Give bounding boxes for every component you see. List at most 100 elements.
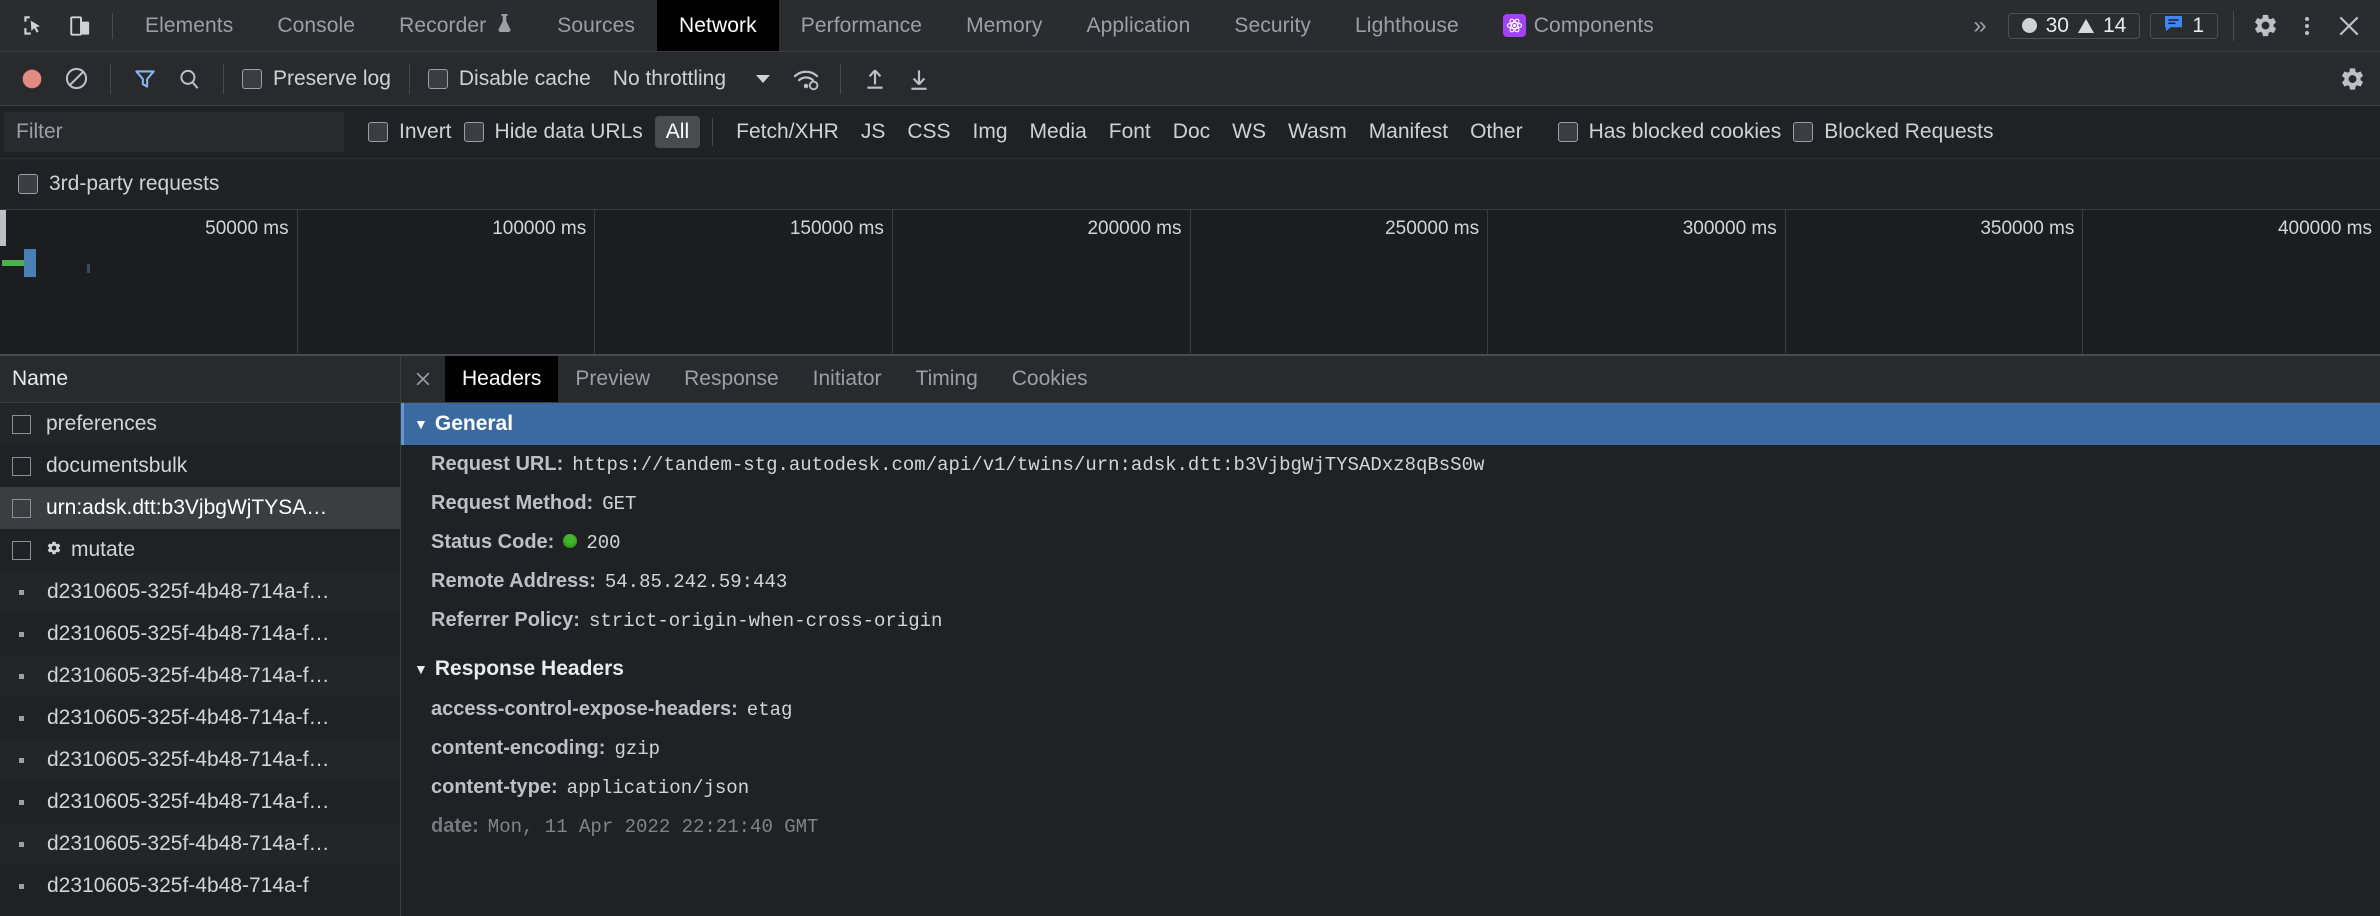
tab-application[interactable]: Application <box>1065 0 1213 51</box>
tab-network[interactable]: Network <box>657 0 779 51</box>
gear-icon[interactable] <box>2244 6 2286 46</box>
table-row[interactable]: d2310605-325f-4b48-714a-f… <box>0 823 400 865</box>
blocked-requests-checkbox[interactable]: Blocked Requests <box>1787 120 1999 144</box>
tab-network-label: Network <box>679 13 757 37</box>
import-har-icon[interactable] <box>853 57 897 101</box>
invert-box <box>368 122 388 142</box>
network-conditions-icon[interactable] <box>784 57 828 101</box>
row-checkbox-icon <box>12 498 31 518</box>
filter-type-img[interactable]: Img <box>962 116 1019 148</box>
has-blocked-cookies-label: Has blocked cookies <box>1588 120 1782 143</box>
network-settings-gear-icon[interactable] <box>2339 65 2366 92</box>
table-row[interactable]: d2310605-325f-4b48-714a-f… <box>0 613 400 655</box>
tab-security[interactable]: Security <box>1212 0 1333 51</box>
kebab-menu-icon[interactable] <box>2286 6 2328 46</box>
tab-components[interactable]: Components <box>1481 0 1676 51</box>
tab-memory[interactable]: Memory <box>944 0 1064 51</box>
tab-elements-label: Elements <box>145 13 234 37</box>
overview-ruler: 50000 ms 100000 ms 150000 ms 200000 ms 2… <box>0 210 2380 354</box>
third-party-requests-checkbox[interactable]: 3rd-party requests <box>18 172 225 196</box>
overview-tick-cell: 300000 ms <box>1488 210 1786 354</box>
section-general-title: General <box>434 412 514 435</box>
filter-type-wasm[interactable]: Wasm <box>1277 116 1358 148</box>
row-dot-icon <box>19 715 24 721</box>
filter-type-manifest[interactable]: Manifest <box>1358 116 1459 148</box>
invert-checkbox[interactable]: Invert <box>362 120 458 144</box>
access-control-expose-headers-value: etag <box>746 699 793 721</box>
blocked-requests-label: Blocked Requests <box>1824 120 1994 143</box>
filter-type-ws[interactable]: WS <box>1221 116 1277 148</box>
filter-type-fetch-xhr[interactable]: Fetch/XHR <box>725 116 850 148</box>
tab-sources-label: Sources <box>557 13 636 37</box>
issues-counter[interactable]: 30 14 <box>2007 12 2141 39</box>
record-button-icon[interactable] <box>10 57 54 101</box>
request-list-column-header[interactable]: Name <box>0 356 400 403</box>
close-icon[interactable] <box>401 356 445 402</box>
devtools-window: Elements Console Recorder Sources Networ… <box>0 0 2380 916</box>
tab-response[interactable]: Response <box>667 356 796 402</box>
tab-recorder[interactable]: Recorder <box>377 0 535 51</box>
table-row-selected[interactable]: urn:adsk.dtt:b3VjbgWjTYSA… <box>0 487 400 529</box>
error-count: 30 <box>2045 13 2069 37</box>
network-overview-timeline[interactable]: 50000 ms 100000 ms 150000 ms 200000 ms 2… <box>0 210 2380 356</box>
close-icon[interactable] <box>2328 6 2370 46</box>
tab-lighthouse[interactable]: Lighthouse <box>1333 0 1481 51</box>
tab-console[interactable]: Console <box>255 0 377 51</box>
hide-data-urls-checkbox[interactable]: Hide data URLs <box>458 120 649 144</box>
search-icon[interactable] <box>167 57 211 101</box>
filter-funnel-icon[interactable] <box>123 57 167 101</box>
section-general-header[interactable]: ▼ General <box>401 403 2380 445</box>
filter-type-other[interactable]: Other <box>1459 116 1534 148</box>
row-dot-icon <box>19 841 24 847</box>
table-row[interactable]: d2310605-325f-4b48-714a-f… <box>0 781 400 823</box>
request-name: d2310605-325f-4b48-714a-f… <box>47 748 330 771</box>
filter-type-all[interactable]: All <box>654 116 701 148</box>
has-blocked-cookies-checkbox[interactable]: Has blocked cookies <box>1552 120 1788 144</box>
network-split-view: Name preferences documentsbulk urn:adsk.… <box>0 356 2380 916</box>
filter-type-css[interactable]: CSS <box>896 116 961 148</box>
triangle-down-icon: ▼ <box>414 416 428 432</box>
disable-cache-label: Disable cache <box>458 66 591 90</box>
table-row[interactable]: d2310605-325f-4b48-714a-f… <box>0 655 400 697</box>
export-har-icon[interactable] <box>897 57 941 101</box>
table-row[interactable]: d2310605-325f-4b48-714a-f… <box>0 739 400 781</box>
tab-headers[interactable]: Headers <box>445 356 559 402</box>
clear-requests-icon[interactable] <box>54 57 98 101</box>
request-url-value[interactable]: https://tandem-stg.autodesk.com/api/v1/t… <box>572 454 1484 476</box>
info-counter[interactable]: 1 <box>2150 12 2218 39</box>
filter-input[interactable] <box>4 112 344 152</box>
throttling-select[interactable]: No throttling <box>597 67 771 91</box>
request-name: mutate <box>71 538 136 561</box>
tab-cookies[interactable]: Cookies <box>995 356 1105 402</box>
section-response-headers-header[interactable]: ▼ Response Headers <box>401 648 2380 690</box>
table-row[interactable]: mutate <box>0 529 400 571</box>
tab-elements[interactable]: Elements <box>123 0 255 51</box>
overview-selection-handle[interactable] <box>0 210 6 246</box>
table-row[interactable]: d2310605-325f-4b48-714a-f… <box>0 571 400 613</box>
access-control-expose-headers-key: access-control-expose-headers: <box>431 698 738 720</box>
device-toolbar-icon[interactable] <box>60 6 102 46</box>
tab-preview[interactable]: Preview <box>558 356 667 402</box>
table-row[interactable]: documentsbulk <box>0 445 400 487</box>
table-row[interactable]: d2310605-325f-4b48-714a-f <box>0 865 400 907</box>
main-tabs: Elements Console Recorder Sources Networ… <box>123 0 1957 51</box>
response-header-row: content-type: application/json <box>401 768 2380 807</box>
inspect-element-icon[interactable] <box>12 6 54 46</box>
content-type-key: content-type: <box>431 776 558 798</box>
tab-sources[interactable]: Sources <box>535 0 657 51</box>
tab-timing[interactable]: Timing <box>899 356 995 402</box>
filter-type-js[interactable]: JS <box>850 116 897 148</box>
tab-initiator[interactable]: Initiator <box>796 356 899 402</box>
filter-type-doc[interactable]: Doc <box>1162 116 1221 148</box>
request-name: d2310605-325f-4b48-714a-f… <box>47 622 330 645</box>
tab-console-label: Console <box>277 13 356 37</box>
filter-type-font[interactable]: Font <box>1098 116 1162 148</box>
preserve-log-checkbox[interactable]: Preserve log <box>236 67 397 91</box>
filter-type-media[interactable]: Media <box>1019 116 1098 148</box>
overview-tick-cell: 100000 ms <box>298 210 596 354</box>
disable-cache-checkbox[interactable]: Disable cache <box>422 67 597 91</box>
table-row[interactable]: d2310605-325f-4b48-714a-f… <box>0 697 400 739</box>
tab-performance[interactable]: Performance <box>779 0 944 51</box>
table-row[interactable]: preferences <box>0 403 400 445</box>
more-tabs-icon[interactable]: » <box>1957 13 2002 38</box>
